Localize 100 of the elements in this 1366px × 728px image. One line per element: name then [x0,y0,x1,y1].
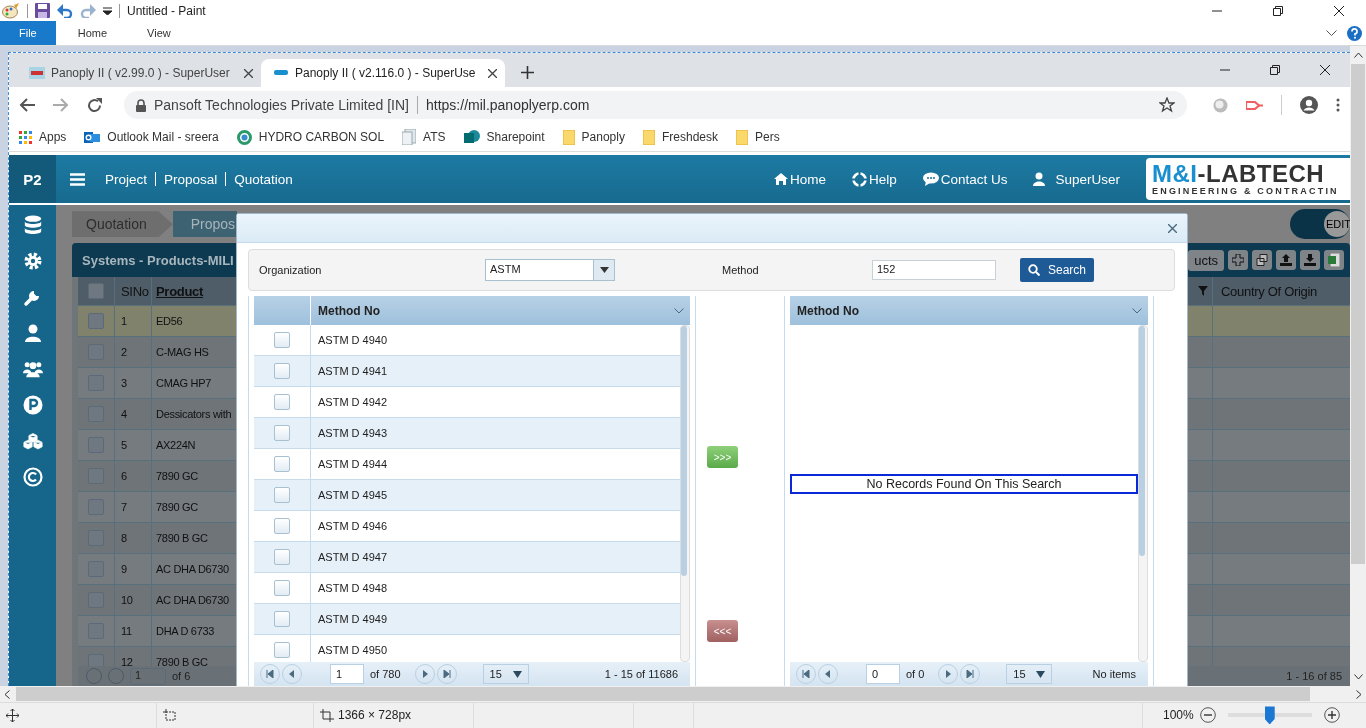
bookmark[interactable]: Pers [736,129,780,145]
brand-logo[interactable]: P2 [9,155,56,204]
checkbox[interactable] [88,437,104,454]
scroll-up-icon[interactable] [1353,52,1363,59]
filter-icon[interactable] [1198,286,1208,297]
zoom-out-icon[interactable] [1199,707,1216,724]
remove-button[interactable]: <<< [707,620,738,643]
scroll-down-icon[interactable] [1353,674,1363,681]
checkbox[interactable] [274,580,290,597]
download-icon[interactable] [1300,250,1320,271]
edit-toggle[interactable]: EDIT [1290,209,1350,240]
header-link[interactable]: Home [773,171,826,187]
bookmark[interactable]: Apps [19,130,67,145]
settings-icon[interactable] [22,251,43,272]
browser-tab[interactable]: Panoply II ( v2.116.0 ) - SuperUse [261,59,505,88]
menu-icon[interactable] [1336,98,1340,113]
column-header[interactable]: Method No [790,296,859,326]
nav-link[interactable]: Quotation [234,171,293,187]
copyright-icon[interactable] [22,467,43,488]
save-icon[interactable] [35,3,50,19]
zoom-in-icon[interactable] [1323,707,1340,724]
checkbox[interactable] [274,332,290,349]
maximize-icon[interactable] [1273,5,1283,16]
checkbox[interactable] [274,487,290,504]
bookmark[interactable]: Panoply [562,129,625,145]
address-bar[interactable]: Pansoft Technologies Private Limited [IN] https://mil.panoplyerp.com [124,91,1187,120]
scrollbar[interactable] [1350,46,1366,687]
checkbox[interactable] [274,518,290,535]
scroll-right-icon[interactable] [1356,689,1362,699]
checkbox[interactable] [274,394,290,411]
chevron-icon[interactable] [674,307,684,314]
bookmark[interactable]: Freshdesk [642,129,718,145]
ribbon-tab[interactable]: File [0,21,56,46]
checkbox[interactable] [274,549,290,566]
extension-icon[interactable] [1246,98,1263,112]
back-icon[interactable] [19,98,35,113]
scrollbar[interactable] [1138,325,1148,663]
ribbon-tab[interactable]: Home [55,21,126,46]
help-icon[interactable] [1347,25,1362,41]
profile-icon[interactable] [1300,96,1318,115]
database-icon[interactable] [22,215,43,236]
search-button[interactable]: Search [1020,258,1094,283]
bookmark[interactable]: HYDRO CARBON SOL [236,129,385,145]
bookmark[interactable]: Outlook Mail - sreera [84,129,219,145]
spreadsheet-icon[interactable] [1324,250,1344,271]
paint-palette-icon[interactable] [2,2,20,19]
page-input[interactable]: 1 [330,664,364,685]
restore-icon[interactable] [1270,65,1280,76]
checkbox[interactable] [88,623,104,640]
lock-icon [136,98,146,112]
header-link[interactable]: Contact Us [922,171,1008,187]
close-icon[interactable] [244,68,253,78]
checkbox[interactable] [88,313,104,330]
checkbox[interactable] [88,499,104,516]
dropdown-icon[interactable] [103,6,112,15]
checkbox[interactable] [274,642,290,659]
page-size-dropdown[interactable]: 15 [1006,664,1053,685]
new-tab-icon[interactable] [521,66,534,80]
header-link[interactable]: Help [851,171,897,187]
scrollbar[interactable] [680,325,690,663]
organization-dropdown[interactable]: ASTM [485,259,615,282]
scroll-left-icon[interactable] [4,689,10,699]
page-size-dropdown[interactable]: 15 [482,664,529,685]
ribbon-tab[interactable]: View [125,21,189,46]
close-icon[interactable] [1334,5,1344,16]
chevron-icon[interactable] [1132,307,1142,314]
upload-icon[interactable] [1276,250,1296,271]
checkbox[interactable] [88,375,104,392]
checkbox[interactable] [88,283,104,300]
reload-icon[interactable] [87,97,102,113]
copy-icon[interactable] [1252,250,1272,271]
add-icon[interactable] [1228,250,1248,271]
close-icon[interactable] [488,68,497,78]
checkbox[interactable] [274,363,290,380]
star-icon[interactable] [1159,97,1175,114]
bookmark[interactable]: ATS [402,129,446,146]
scrollbar[interactable] [0,686,1366,702]
cubes-icon[interactable] [22,431,43,452]
checkbox[interactable] [274,611,290,628]
browser-tab[interactable]: Panoply II ( v2.99.0 ) - SuperUser [17,59,261,88]
table-cell: 7890 B GC [156,656,208,667]
close-icon[interactable] [1320,65,1330,76]
parking-icon[interactable] [22,395,43,416]
bookmark[interactable]: Sharepoint [463,129,545,145]
header-link[interactable]: SuperUser [1033,171,1120,187]
search-icon [1028,264,1040,277]
page-input[interactable]: 0 [866,664,900,685]
nav-link[interactable]: Project [105,171,148,187]
products-button[interactable]: ucts [1188,249,1224,271]
checkbox[interactable] [88,561,104,578]
checkbox[interactable] [274,456,290,473]
method-field[interactable]: 152 [872,260,996,281]
users-icon[interactable] [22,359,43,380]
chevron-icon[interactable] [1326,29,1337,37]
nav-link[interactable]: Proposal [164,171,218,187]
menu-icon[interactable] [70,172,85,186]
checkbox[interactable] [274,425,290,442]
checkbox[interactable] [88,654,104,667]
user-icon[interactable] [22,323,43,344]
undo-icon[interactable] [57,3,73,18]
